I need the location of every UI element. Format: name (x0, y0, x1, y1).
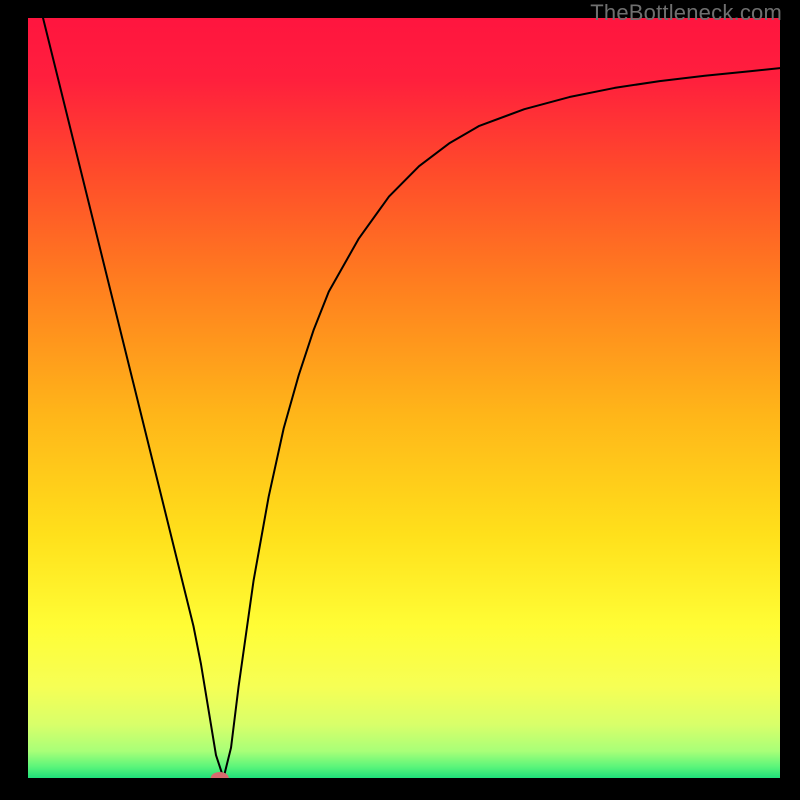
chart-svg (28, 18, 780, 778)
chart-background (28, 18, 780, 778)
chart-frame (28, 18, 780, 778)
watermark-text: TheBottleneck.com (590, 0, 782, 26)
